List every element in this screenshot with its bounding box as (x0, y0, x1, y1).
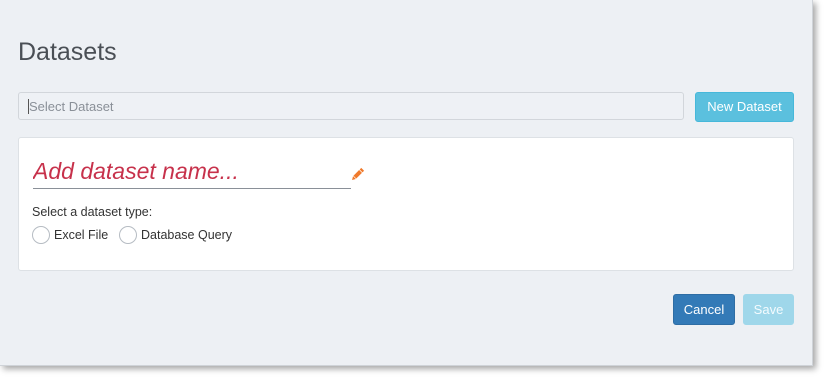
new-dataset-button[interactable]: New Dataset (695, 92, 794, 122)
radio-label: Excel File (54, 228, 109, 242)
cancel-button[interactable]: Cancel (673, 294, 735, 325)
radio-excel-file[interactable]: Excel File (32, 225, 108, 245)
save-button[interactable]: Save (743, 294, 794, 325)
datasets-panel: Datasets New Dataset Select a dataset ty… (0, 0, 813, 366)
dataset-name-input[interactable] (33, 155, 351, 189)
radio-button[interactable] (119, 226, 137, 244)
radio-button[interactable] (32, 226, 50, 244)
radio-database-query[interactable]: Database Query (119, 225, 232, 245)
select-dataset-input[interactable] (18, 92, 684, 120)
radio-label: Database Query (141, 228, 233, 242)
text-cursor (28, 99, 29, 114)
dataset-type-label: Select a dataset type: (32, 205, 153, 219)
page-title: Datasets (18, 38, 117, 66)
pencil-icon[interactable] (349, 167, 365, 183)
dataset-editor-card: Select a dataset type: Excel File Databa… (18, 137, 794, 271)
